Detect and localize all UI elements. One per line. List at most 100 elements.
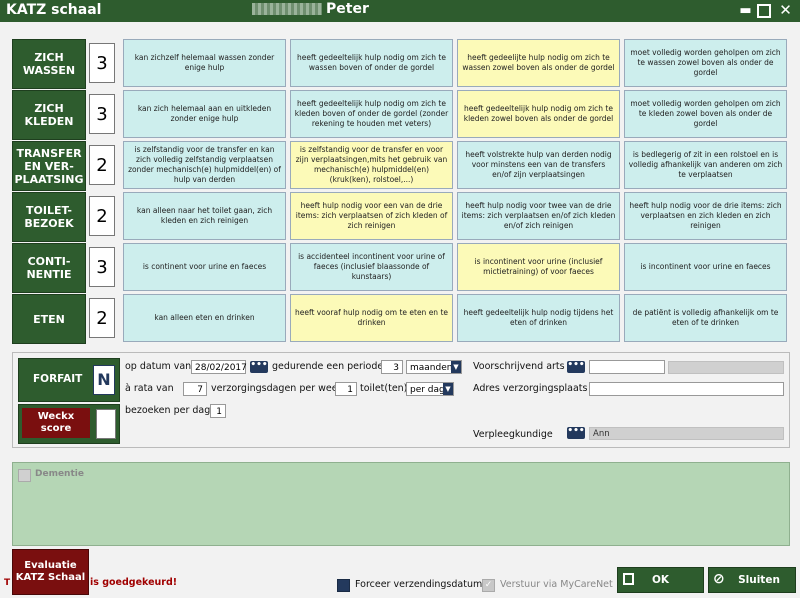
patient-first-name: Peter [326,1,369,17]
verstuur-label: Verstuur via MyCareNet [500,579,613,590]
save-icon [623,573,634,585]
cancel-icon: ⊘ [713,571,725,587]
forfait-block: FORFAIT N [18,358,120,402]
arts-lookup-button[interactable]: ••• [567,361,585,373]
evaluatie-katz-button[interactable]: Evaluatie KATZ Schaal [12,549,89,595]
maximize-icon[interactable] [757,4,771,18]
toilet-label: toilet(ten) [360,383,408,394]
periode-unit-value: maanden [410,363,453,373]
bezoeken-label: bezoeken per dag [125,405,211,416]
option-cell-selected[interactable]: heeft gedeeltelijk hulp nodig om zich te… [457,90,620,138]
option-cell[interactable]: is bedlegerig of zit in een rolstoel en … [624,141,787,189]
option-cell[interactable]: kan zich helemaal aan en uitkleden zonde… [123,90,286,138]
toilet-unit-value: per dag [410,385,445,395]
option-cell[interactable]: kan alleen naar het toilet gaan, zich kl… [123,192,286,240]
adres-field[interactable] [589,382,784,396]
option-cell-selected[interactable]: is zelfstandig voor de transfer en voor … [290,141,453,189]
close-icon[interactable]: ✕ [778,3,793,18]
arts-field[interactable] [589,360,665,374]
dementie-checkbox[interactable] [18,469,31,482]
forfait-value-input[interactable]: N [93,365,115,395]
sluiten-button[interactable]: ⊘ Sluiten [708,567,796,593]
rata-label: à rata van [125,383,174,394]
status-prefix: T [4,578,11,588]
option-cell[interactable]: heeft gedeeltelijk hulp nodig om zich te… [290,90,453,138]
chevron-down-icon: ▼ [443,383,453,395]
date-picker-button[interactable]: ••• [250,361,268,373]
option-cell-selected[interactable]: heeft hulp nodig voor een van de drie it… [290,192,453,240]
weckx-block: Weckx score [18,404,120,444]
category-transfer: TRANSFER EN VER-PLAATSING [12,141,86,191]
forfait-label: FORFAIT [33,373,83,385]
ok-button[interactable]: OK [617,567,704,593]
option-cell[interactable]: heeft gedeeltelijk hulp nodig tijdens he… [457,294,620,342]
row-continentie: CONTI-NENTIE 3 is continent voor urine e… [12,243,787,293]
periode-input[interactable]: 3 [381,360,403,374]
option-cell[interactable]: is accidenteel incontinent voor urine of… [290,243,453,291]
option-cell[interactable]: moet volledig worden geholpen om zich te… [624,90,787,138]
verpleeg-label: Verpleegkundige [473,429,553,440]
row-zich-wassen: ZICH WASSEN 3 kan zichzelf helemaal wass… [12,39,787,89]
row-transfer: TRANSFER EN VER-PLAATSING 2 is zelfstand… [12,141,787,191]
redacted-surname [252,3,322,15]
arts-label: Voorschrijvend arts [473,361,565,372]
row-eten: ETEN 2 kan alleen eten en drinken heeft … [12,294,787,344]
adres-label: Adres verzorgingsplaats [473,383,588,394]
option-cell[interactable]: is zelfstandig voor de transfer en kan z… [123,141,286,189]
score-input[interactable]: 3 [89,43,115,83]
sluiten-label: Sluiten [738,574,780,586]
arts-name-display [668,361,784,374]
weckx-score-button[interactable]: Weckx score [22,408,90,438]
verpleeg-lookup-button[interactable]: ••• [567,427,585,439]
score-input[interactable]: 2 [89,145,115,185]
option-cell[interactable]: is continent voor urine en faeces [123,243,286,291]
toilet-input[interactable]: 1 [335,382,357,396]
status-message: is goedgekeurd! [90,577,178,588]
option-cell[interactable]: heeft volstrekte hulp van derden nodig v… [457,141,620,189]
category-zich-kleden: ZICH KLEDEN [12,90,86,140]
option-cell-selected[interactable]: heeft gedeelijte hulp nodig om zich te w… [457,39,620,87]
forceer-checkbox[interactable] [337,579,350,592]
score-input[interactable]: 3 [89,247,115,287]
weckx-score-input[interactable] [96,409,116,439]
op-datum-label: op datum van [125,361,192,372]
minimize-icon[interactable]: ▬ [738,3,753,18]
verstuur-checkbox[interactable]: ✓ [482,579,495,592]
option-cell[interactable]: heeft gedeeltelijk hulp nodig om zich te… [290,39,453,87]
rata-input[interactable]: 7 [183,382,207,396]
forfait-panel: FORFAIT N Weckx score op datum van 28/02… [12,352,790,448]
periode-label: gedurende een periode [272,361,384,372]
forceer-label: Forceer verzendingsdatum [355,579,483,590]
option-cell[interactable]: de patiënt is volledig afhankelijk om te… [624,294,787,342]
row-toiletbezoek: TOILET-BEZOEK 2 kan alleen naar het toil… [12,192,787,242]
option-cell-selected[interactable]: is incontinent voor urine (inclusief mic… [457,243,620,291]
score-input[interactable]: 2 [89,298,115,338]
category-toiletbezoek: TOILET-BEZOEK [12,192,86,242]
category-eten: ETEN [12,294,86,344]
bezoeken-input[interactable]: 1 [210,404,226,418]
patient-name: Peter [252,1,369,17]
dementie-label: Dementie [35,469,84,479]
date-field[interactable]: 28/02/2017 [191,360,247,374]
dementie-panel: Dementie [12,462,790,546]
category-continentie: CONTI-NENTIE [12,243,86,293]
category-zich-wassen: ZICH WASSEN [12,39,86,89]
verpleeg-display: Ann [589,427,784,440]
option-cell-selected[interactable]: heeft vooraf hulp nodig om te eten en te… [290,294,453,342]
window-title: KATZ schaal [6,2,102,18]
score-input[interactable]: 3 [89,94,115,134]
verpleeg-name: Ann [593,429,610,439]
toilet-unit-select[interactable]: per dag ▼ [406,382,454,396]
title-bar: KATZ schaal Peter ▬ ✕ [0,0,800,22]
option-cell[interactable]: moet volledig worden geholpen om zich te… [624,39,787,87]
ok-label: OK [651,574,670,586]
option-cell[interactable]: heeft hulp nodig voor de drie items: zic… [624,192,787,240]
verzorgingsdagen-label: verzorgingsdagen per week [211,383,344,394]
option-cell[interactable]: kan alleen eten en drinken [123,294,286,342]
score-input[interactable]: 2 [89,196,115,236]
periode-unit-select[interactable]: maanden ▼ [406,360,462,374]
option-cell[interactable]: heeft hulp nodig voor twee van de drie i… [457,192,620,240]
option-cell[interactable]: is incontinent voor urine en faeces [624,243,787,291]
row-zich-kleden: ZICH KLEDEN 3 kan zich helemaal aan en u… [12,90,787,140]
option-cell[interactable]: kan zichzelf helemaal wassen zonder enig… [123,39,286,87]
